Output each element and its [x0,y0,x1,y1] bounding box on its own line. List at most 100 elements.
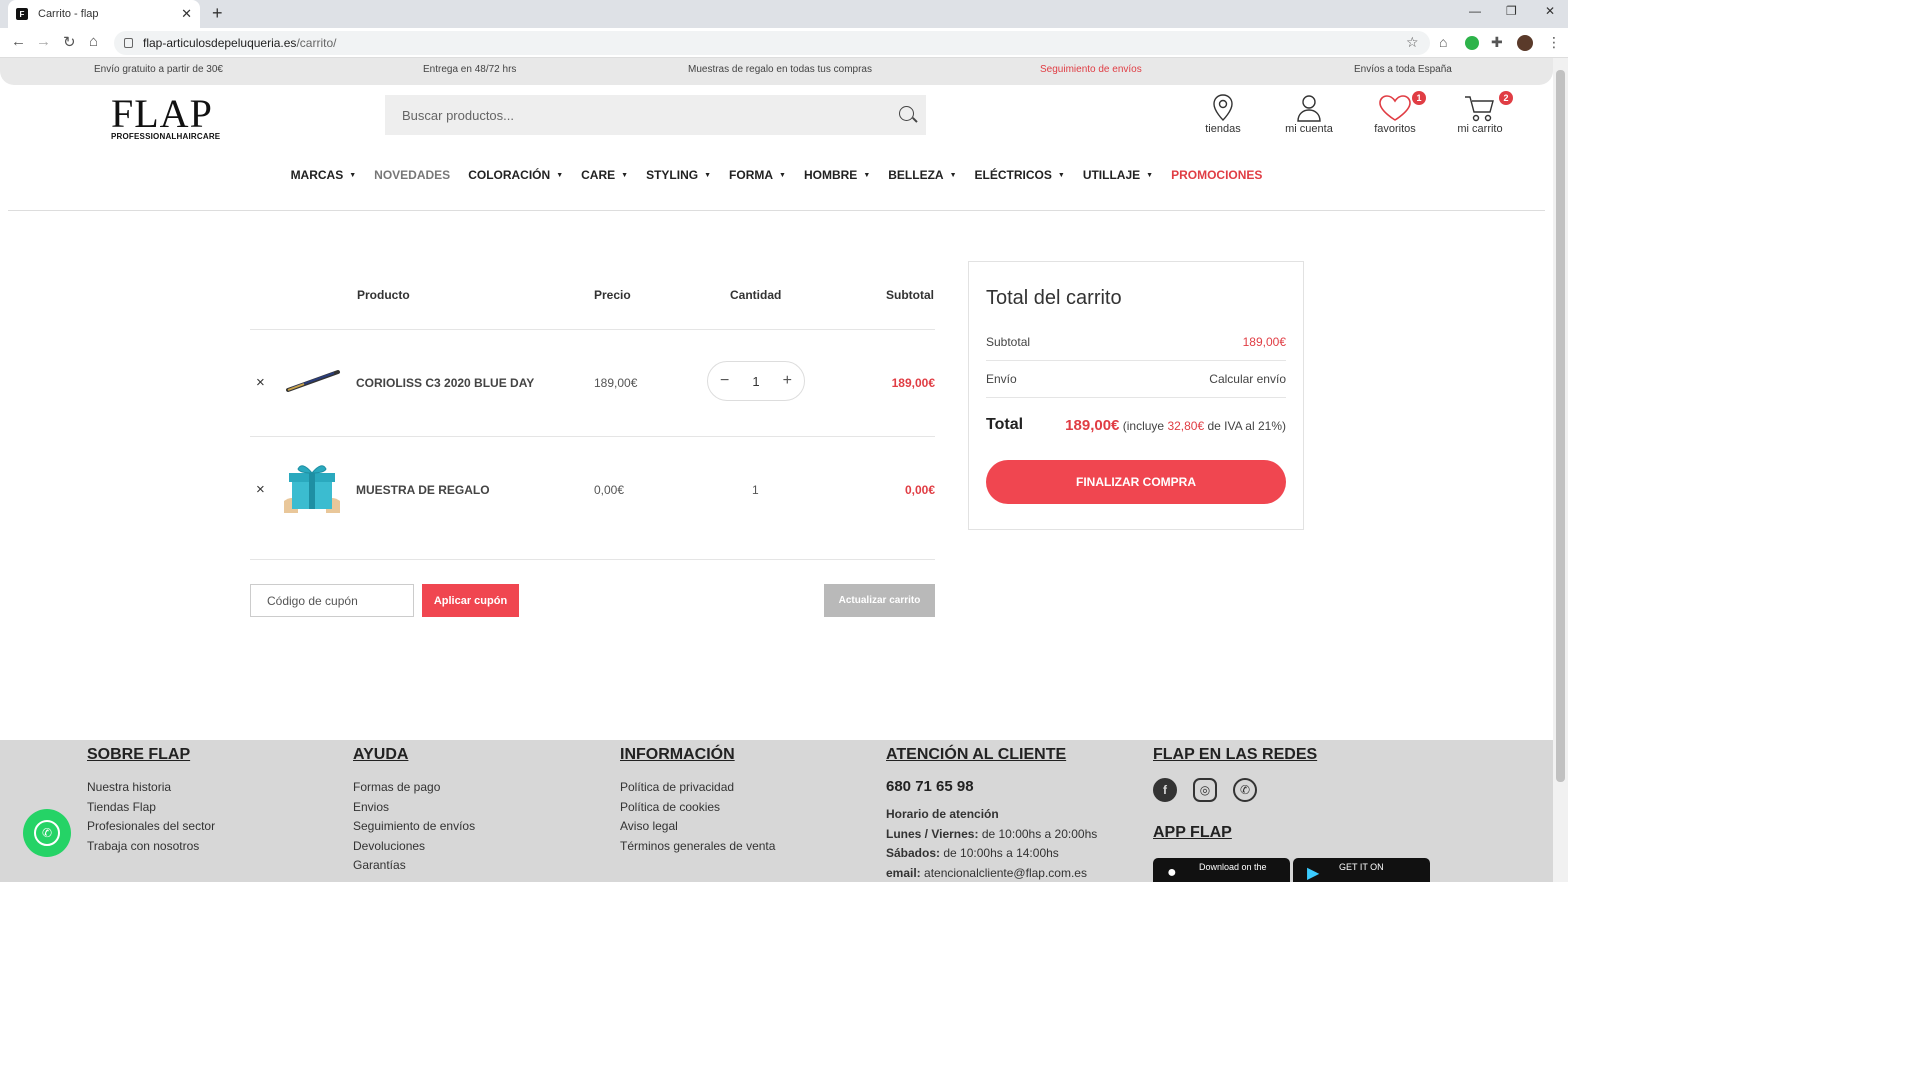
footer-link[interactable]: Política de privacidad [620,778,775,798]
account-label: mi cuenta [1285,123,1333,135]
footer-info-column: INFORMACIÓN Política de privacidad Polít… [620,746,775,856]
decrease-quantity-button[interactable]: − [720,372,729,390]
favorites-link[interactable]: 1 favoritos [1355,91,1435,135]
caret-down-icon: ▼ [863,171,871,179]
footer-link[interactable]: Nuestra historia [87,778,215,798]
scrollbar-thumb[interactable] [1556,70,1565,782]
product-price: 0,00€ [594,483,625,497]
nav-divider [8,210,1545,211]
footer-link[interactable]: Seguimiento de envíos [353,817,475,837]
column-header-product: Producto [357,288,410,302]
weekday-label: Lunes / Viernes: [886,826,979,841]
back-icon[interactable]: ← [11,33,26,50]
app-store-badge[interactable]: ● Download on the [1153,858,1290,882]
browser-tab[interactable]: F Carrito - flap ✕ [8,0,200,28]
apple-icon: ● [1167,864,1177,881]
search-icon[interactable] [899,106,914,121]
footer-link[interactable]: Profesionales del sector [87,817,215,837]
bookmark-star-icon[interactable]: ☆ [1406,34,1419,51]
footer-link[interactable]: Trabaja con nosotros [87,837,215,857]
caret-down-icon: ▼ [349,171,357,179]
hair-straightener-image[interactable] [284,366,342,394]
stores-label: tiendas [1205,123,1241,135]
facebook-icon[interactable]: f [1153,778,1177,802]
page-scrollbar[interactable] [1553,58,1568,882]
cart-link[interactable]: 2 mi carrito [1440,91,1520,135]
nav-item[interactable]: STYLING ▼ [646,168,711,182]
address-bar[interactable]: flap-articulosdepeluqueria.es /carrito/ [114,31,1430,55]
footer-link[interactable]: Tiendas Flap [87,798,215,818]
close-window-icon[interactable]: ✕ [1545,4,1555,18]
nav-item[interactable]: MARCAS ▼ [291,168,357,182]
caret-down-icon: ▼ [1057,171,1065,179]
footer-heading: INFORMACIÓN [620,746,735,763]
tab-title: Carrito - flap [38,8,99,20]
remove-item-button[interactable]: × [256,374,265,391]
whatsapp-icon[interactable]: ✆ [1233,778,1257,802]
remove-item-button[interactable]: × [256,481,265,498]
profile-avatar[interactable] [1517,35,1533,51]
support-phone[interactable]: 680 71 65 98 [886,778,1097,795]
apply-coupon-button[interactable]: Aplicar cupón [422,584,519,617]
nav-item[interactable]: NOVEDADES [374,168,450,182]
nav-item[interactable]: COLORACIÓN ▼ [468,168,563,182]
coupon-code-input[interactable]: Código de cupón [250,584,414,617]
nav-item[interactable]: FORMA ▼ [729,168,786,182]
nav-item[interactable]: HOMBRE ▼ [804,168,870,182]
quantity-value[interactable]: 1 [752,374,759,389]
cart-totals-panel: Total del carrito Subtotal 189,00€ Envío… [968,261,1304,530]
email-value[interactable]: atencionalcliente@flap.com.es [924,866,1087,880]
extensions-puzzle-icon[interactable]: ✚ [1491,34,1503,51]
nav-item-label: BELLEZA [888,168,944,182]
logo-tagline: PROFESSIONALHAIRCARE [111,132,221,141]
nav-item[interactable]: UTILLAJE ▼ [1083,168,1153,182]
nav-item[interactable]: PROMOCIONES [1171,168,1262,182]
footer-link[interactable]: Términos generales de venta [620,837,775,857]
cart-row: × CORIOLISS C3 2020 BLUE DAY 189,00€ − 1… [250,330,935,430]
restore-icon[interactable]: ❐ [1506,4,1517,18]
checkout-button[interactable]: FINALIZAR COMPRA [986,460,1286,504]
product-price: 189,00€ [594,376,638,390]
cart-label: mi carrito [1457,123,1503,135]
nav-item[interactable]: ELÉCTRICOS ▼ [975,168,1065,182]
nav-item[interactable]: BELLEZA ▼ [888,168,956,182]
extension-home-icon[interactable]: ⌂ [1439,34,1447,50]
gift-box-image[interactable] [282,461,342,513]
product-name[interactable]: MUESTRA DE REGALO [356,483,490,497]
cart-totals-title: Total del carrito [986,287,1122,309]
subtotal-value: 189,00€ [1242,335,1286,349]
footer-link[interactable]: Garantías [353,856,475,876]
footer-link[interactable]: Envios [353,798,475,818]
site-logo[interactable]: FLAP PROFESSIONALHAIRCARE [111,94,221,142]
minimize-icon[interactable]: — [1469,4,1481,18]
browser-menu-icon[interactable]: ⋮ [1547,34,1561,51]
increase-quantity-button[interactable]: + [783,372,792,390]
shipment-tracking-link[interactable]: Seguimiento de envíos [1040,64,1142,75]
footer-link[interactable]: Devoluciones [353,837,475,857]
footer-link[interactable]: Formas de pago [353,778,475,798]
home-icon[interactable]: ⌂ [89,33,98,50]
close-tab-icon[interactable]: ✕ [181,6,192,22]
whatsapp-chat-button[interactable]: ✆ [23,809,71,857]
column-header-price: Precio [594,288,631,302]
account-link[interactable]: mi cuenta [1269,93,1349,135]
footer-link[interactable]: Aviso legal [620,817,775,837]
footer-link[interactable]: Política de cookies [620,798,775,818]
google-play-badge[interactable]: ▶ GET IT ON [1293,858,1430,882]
weekday-hours: Lunes / Viernes: de 10:00hs a 20:00hs [886,825,1097,845]
reload-icon[interactable]: ↻ [63,33,76,51]
extension-green-icon[interactable] [1465,36,1479,50]
calculate-shipping-link[interactable]: Calcular envío [1209,372,1286,386]
new-tab-button[interactable]: + [212,3,223,24]
user-icon [1297,95,1321,122]
update-cart-button[interactable]: Actualizar carrito [824,584,935,617]
forward-icon[interactable]: → [36,33,51,50]
stores-link[interactable]: tiendas [1183,93,1263,135]
product-name[interactable]: CORIOLISS C3 2020 BLUE DAY [356,376,534,390]
nav-item[interactable]: CARE ▼ [581,168,628,182]
nav-item-label: UTILLAJE [1082,168,1141,182]
announcement-bar: Envío gratuito a partir de 30€ Entrega e… [0,58,1553,85]
search-input[interactable]: Buscar productos... [385,95,926,135]
quantity-stepper[interactable]: − 1 + [707,361,805,401]
instagram-icon[interactable]: ◎ [1193,778,1217,802]
